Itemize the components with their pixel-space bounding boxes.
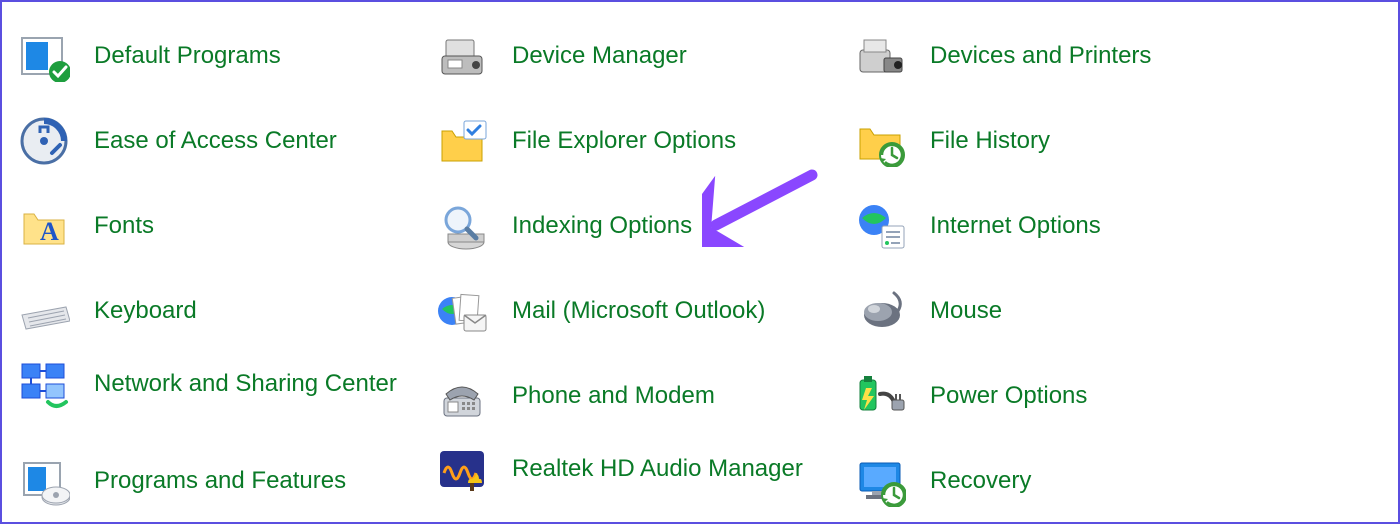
control-panel-item-label: Internet Options	[930, 212, 1101, 240]
control-panel-item-mail[interactable]: Mail (Microsoft Outlook)	[434, 283, 765, 339]
mail-icon	[434, 283, 490, 339]
control-panel-item-mouse[interactable]: Mouse	[852, 283, 1002, 339]
control-panel-item-label: Fonts	[94, 212, 154, 240]
indexing-options-icon	[434, 198, 490, 254]
devices-and-printers-icon	[852, 28, 908, 84]
device-manager-icon	[434, 28, 490, 84]
keyboard-icon	[16, 283, 72, 339]
control-panel-item-device-manager[interactable]: Device Manager	[434, 28, 687, 84]
default-programs-icon	[16, 28, 72, 84]
control-panel-item-phone-and-modem[interactable]: Phone and Modem	[434, 368, 715, 424]
file-explorer-options-icon	[434, 113, 490, 169]
control-panel-item-label: Recovery	[930, 467, 1031, 495]
control-panel-window: Default Programs Device Manager Devices an…	[0, 0, 1400, 524]
realtek-audio-icon	[434, 441, 490, 497]
control-panel-item-programs-and-features[interactable]: Programs and Features	[16, 453, 346, 509]
control-panel-item-label: Default Programs	[94, 42, 281, 70]
control-panel-item-label: Ease of Access Center	[94, 127, 337, 155]
control-panel-item-label: Indexing Options	[512, 212, 692, 240]
control-panel-item-default-programs[interactable]: Default Programs	[16, 28, 281, 84]
mouse-icon	[852, 283, 908, 339]
control-panel-item-ease-of-access-center[interactable]: Ease of Access Center	[16, 113, 337, 169]
file-history-icon	[852, 113, 908, 169]
control-panel-item-network-and-sharing-center[interactable]: Network and Sharing Center	[16, 356, 397, 412]
fonts-icon	[16, 198, 72, 254]
control-panel-item-keyboard[interactable]: Keyboard	[16, 283, 197, 339]
control-panel-item-devices-and-printers[interactable]: Devices and Printers	[852, 28, 1151, 84]
control-panel-item-file-explorer-options[interactable]: File Explorer Options	[434, 113, 736, 169]
internet-options-icon	[852, 198, 908, 254]
control-panel-item-indexing-options[interactable]: Indexing Options	[434, 198, 692, 254]
recovery-icon	[852, 453, 908, 509]
control-panel-item-label: Network and Sharing Center	[94, 370, 397, 398]
control-panel-item-realtek-hd-audio-manager[interactable]: Realtek HD Audio Manager	[434, 441, 803, 497]
control-panel-item-label: Device Manager	[512, 42, 687, 70]
control-panel-item-label: Programs and Features	[94, 467, 346, 495]
control-panel-item-power-options[interactable]: Power Options	[852, 368, 1087, 424]
phone-modem-icon	[434, 368, 490, 424]
control-panel-item-label: Power Options	[930, 382, 1087, 410]
control-panel-item-label: Mail (Microsoft Outlook)	[512, 297, 765, 325]
control-panel-item-label: Mouse	[930, 297, 1002, 325]
ease-of-access-icon	[16, 113, 72, 169]
control-panel-item-recovery[interactable]: Recovery	[852, 453, 1031, 509]
control-panel-items-grid: Default Programs Device Manager Devices an…	[2, 2, 1398, 522]
programs-features-icon	[16, 453, 72, 509]
network-sharing-icon	[16, 356, 72, 412]
control-panel-item-label: Phone and Modem	[512, 382, 715, 410]
control-panel-item-label: File Explorer Options	[512, 127, 736, 155]
control-panel-item-label: Realtek HD Audio Manager	[512, 455, 803, 483]
control-panel-item-label: File History	[930, 127, 1050, 155]
control-panel-item-internet-options[interactable]: Internet Options	[852, 198, 1101, 254]
control-panel-item-file-history[interactable]: File History	[852, 113, 1050, 169]
control-panel-item-label: Keyboard	[94, 297, 197, 325]
control-panel-item-label: Devices and Printers	[930, 42, 1151, 70]
power-options-icon	[852, 368, 908, 424]
control-panel-item-fonts[interactable]: Fonts	[16, 198, 154, 254]
